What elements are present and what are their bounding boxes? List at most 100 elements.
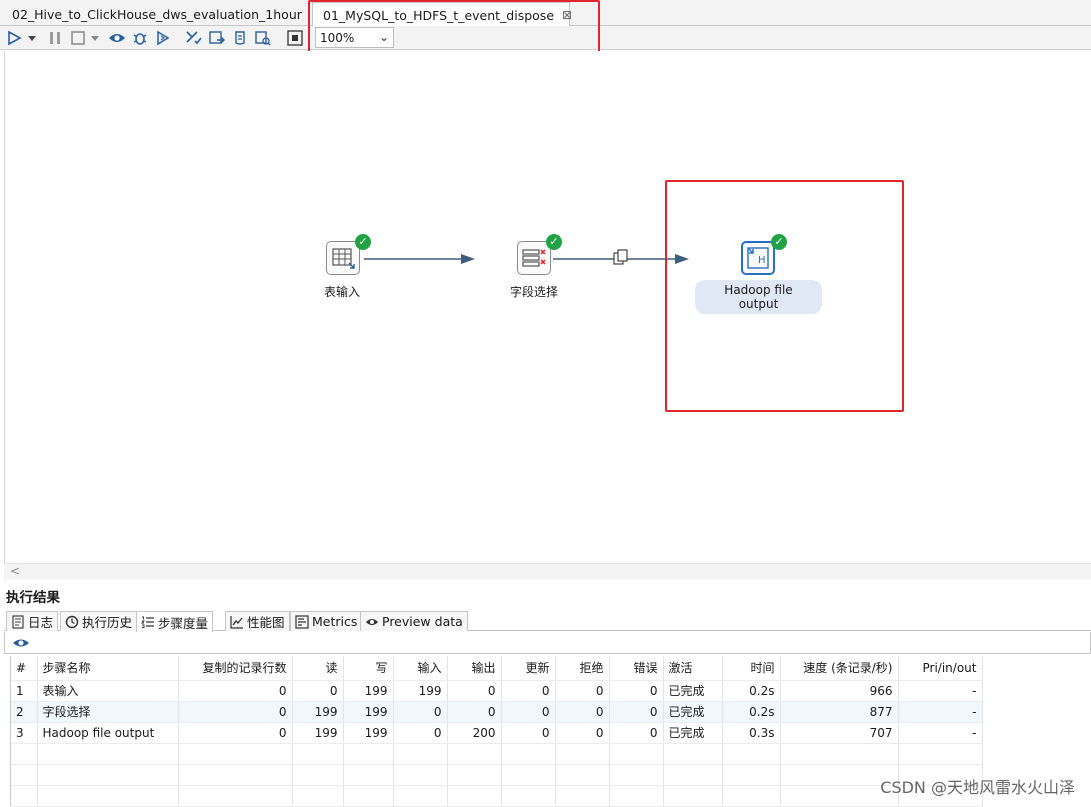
- preview-icon[interactable]: [108, 29, 126, 47]
- run-icon[interactable]: [5, 29, 23, 47]
- cell-input: 0: [393, 722, 447, 743]
- results-panel-title: 执行结果: [6, 586, 60, 606]
- tab-performance[interactable]: 性能图: [225, 611, 290, 631]
- cell-read: 0: [292, 680, 343, 701]
- show-metrics-eye-icon[interactable]: [12, 636, 30, 650]
- cell-active: 已完成: [663, 722, 722, 743]
- tab-label: Preview data: [382, 614, 463, 629]
- cell-written: 199: [343, 701, 393, 722]
- cell-copies: 0: [178, 701, 292, 722]
- results-tab-bar: 日志 执行历史 步骤度量 性能图 Metrics Preview data: [4, 609, 1091, 631]
- cell-errors: 0: [609, 722, 663, 743]
- tab-metrics[interactable]: Metrics: [290, 611, 362, 631]
- column-header[interactable]: 步骤名称: [37, 656, 178, 680]
- cell-index: 3: [11, 722, 37, 743]
- table-row[interactable]: 2 字段选择 0 199 199 0 0 0 0 0 已完成 0.2s 877 …: [11, 701, 982, 722]
- cell-copies: 0: [178, 722, 292, 743]
- cell-errors: 0: [609, 680, 663, 701]
- cell-time: 0.2s: [722, 701, 780, 722]
- column-header[interactable]: Pri/in/out: [898, 656, 982, 680]
- tab-history[interactable]: 执行历史: [60, 611, 137, 631]
- cell-written: 199: [343, 722, 393, 743]
- cell-read: 199: [292, 722, 343, 743]
- column-header[interactable]: 错误: [609, 656, 663, 680]
- copy-rows-icon: [614, 250, 627, 264]
- verify-icon[interactable]: [185, 29, 203, 47]
- step-label-table-input[interactable]: 表输入: [305, 283, 379, 300]
- tab-label: 01_MySQL_to_HDFS_t_event_dispose: [323, 8, 554, 23]
- column-header[interactable]: 读: [292, 656, 343, 680]
- tab-label: 步骤度量: [158, 613, 208, 632]
- column-header[interactable]: 写: [343, 656, 393, 680]
- cell-speed: 966: [780, 680, 898, 701]
- column-header[interactable]: #: [11, 656, 37, 680]
- tab-hive-to-clickhouse[interactable]: 02_Hive_to_ClickHouse_dws_evaluation_1ho…: [2, 2, 306, 26]
- sql-icon[interactable]: [231, 29, 249, 47]
- column-header[interactable]: 激活: [663, 656, 722, 680]
- cell-rejected: 0: [555, 680, 609, 701]
- eye-icon: [365, 615, 379, 629]
- tab-log[interactable]: 日志: [6, 611, 58, 631]
- success-check-icon: ✓: [546, 234, 562, 250]
- cell-output: 200: [447, 722, 501, 743]
- tab-label: 性能图: [247, 612, 285, 631]
- table-input-icon: [327, 242, 359, 274]
- hop-arrow-icon: [461, 254, 475, 264]
- cell-input: 199: [393, 680, 447, 701]
- svg-text:H: H: [758, 255, 766, 266]
- column-header[interactable]: 输入: [393, 656, 447, 680]
- column-header[interactable]: 输出: [447, 656, 501, 680]
- cell-time: 0.3s: [722, 722, 780, 743]
- zoom-value: 100%: [320, 31, 354, 45]
- stop-icon[interactable]: [69, 29, 87, 47]
- table-row[interactable]: 3 Hadoop file output 0 199 199 0 200 0 0…: [11, 722, 982, 743]
- tab-label: 日志: [28, 612, 53, 631]
- column-header[interactable]: 拒绝: [555, 656, 609, 680]
- column-header[interactable]: 复制的记录行数: [178, 656, 292, 680]
- step-label-hadoop-output[interactable]: Hadoop file output: [695, 280, 822, 314]
- chevron-down-icon: ⌄: [379, 30, 389, 44]
- pause-icon[interactable]: [46, 29, 64, 47]
- cell-pri-in-out: -: [898, 722, 982, 743]
- transformation-canvas[interactable]: ✓ 表输入 ✓ 字段选择 H ✓ Hadoop file output: [4, 51, 1091, 580]
- table-row-empty: [11, 743, 982, 764]
- canvas-horizontal-scrollbar[interactable]: <: [4, 563, 1091, 579]
- stop-dropdown-icon[interactable]: [90, 29, 100, 47]
- list-numbered-icon: [141, 615, 155, 629]
- debug-icon[interactable]: [131, 29, 149, 47]
- table-input-step[interactable]: [326, 241, 360, 275]
- cell-step-name: Hadoop file output: [37, 722, 178, 743]
- replay-icon[interactable]: [154, 29, 172, 47]
- grid-snap-icon[interactable]: [286, 29, 304, 47]
- tab-mysql-to-hdfs[interactable]: 01_MySQL_to_HDFS_t_event_dispose ⊠: [312, 2, 570, 27]
- hadoop-output-icon: H: [743, 243, 773, 273]
- step-label-select-values[interactable]: 字段选择: [495, 283, 573, 300]
- tab-step-metrics[interactable]: 步骤度量: [136, 611, 213, 632]
- column-header[interactable]: 时间: [722, 656, 780, 680]
- metrics-icon: [295, 615, 309, 629]
- table-row[interactable]: 1 表输入 0 0 199 199 0 0 0 0 已完成 0.2s 966 -: [11, 680, 982, 701]
- close-icon[interactable]: ⊠: [562, 8, 572, 22]
- cell-time: 0.2s: [722, 680, 780, 701]
- hadoop-file-output-step[interactable]: H: [741, 241, 775, 275]
- tab-label: Metrics: [312, 614, 357, 629]
- cell-updated: 0: [501, 701, 555, 722]
- editor-tab-bar: 02_Hive_to_ClickHouse_dws_evaluation_1ho…: [0, 0, 1091, 26]
- log-icon: [11, 615, 25, 629]
- run-dropdown-icon[interactable]: [27, 29, 37, 47]
- cell-copies: 0: [178, 680, 292, 701]
- line-chart-icon: [230, 615, 244, 629]
- explore-db-icon[interactable]: [254, 29, 272, 47]
- impact-icon[interactable]: [208, 29, 226, 47]
- column-header[interactable]: 速度 (条记录/秒): [780, 656, 898, 680]
- select-values-step[interactable]: [517, 241, 551, 275]
- watermark: CSDN @天地风雷水火山泽: [880, 774, 1075, 798]
- cell-output: 0: [447, 680, 501, 701]
- hop-arrow-icon: [675, 254, 689, 264]
- tab-preview-data[interactable]: Preview data: [360, 611, 468, 631]
- cell-updated: 0: [501, 722, 555, 743]
- cell-read: 199: [292, 701, 343, 722]
- cell-active: 已完成: [663, 701, 722, 722]
- zoom-select[interactable]: 100% ⌄: [315, 27, 394, 48]
- column-header[interactable]: 更新: [501, 656, 555, 680]
